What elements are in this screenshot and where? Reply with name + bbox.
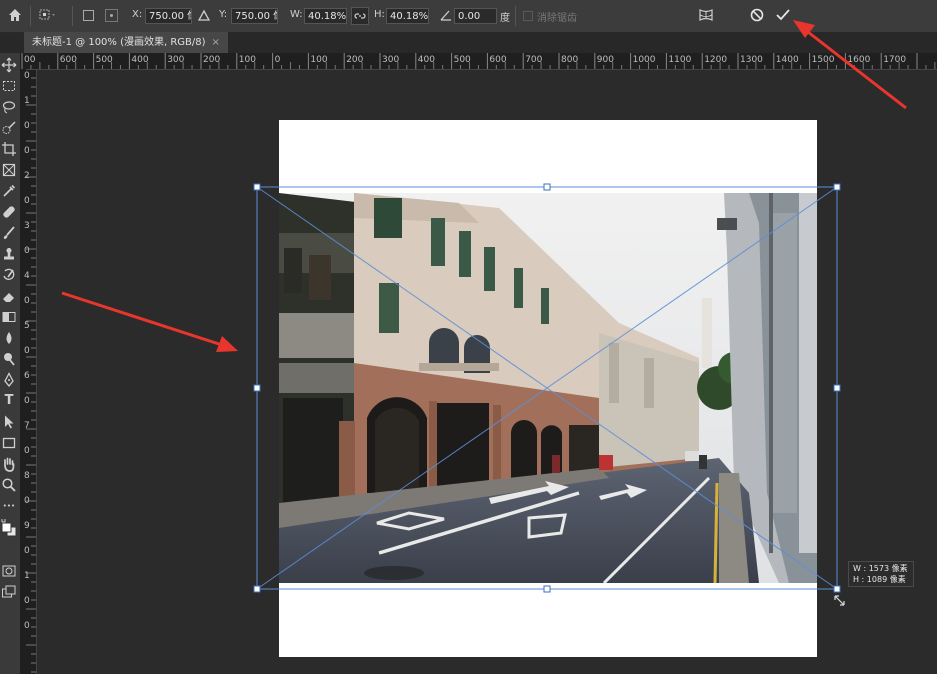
- transform-handle-bottom[interactable]: [543, 585, 551, 593]
- tooltip-height: H : 1089 像素: [853, 575, 906, 584]
- free-transform-box[interactable]: [0, 0, 937, 674]
- resize-cursor-icon: [834, 595, 845, 606]
- transform-handle-top-right[interactable]: [833, 183, 841, 191]
- transform-handle-bottom-right[interactable]: [833, 585, 841, 593]
- transform-handle-bottom-left[interactable]: [253, 585, 261, 593]
- transform-handle-top[interactable]: [543, 183, 551, 191]
- transform-size-tooltip: W : 1573 像素 H : 1089 像素: [848, 561, 914, 587]
- transform-handle-left[interactable]: [253, 384, 261, 392]
- transform-handle-top-left[interactable]: [253, 183, 261, 191]
- tooltip-width: W : 1573 像素: [853, 564, 908, 573]
- transform-handle-right[interactable]: [833, 384, 841, 392]
